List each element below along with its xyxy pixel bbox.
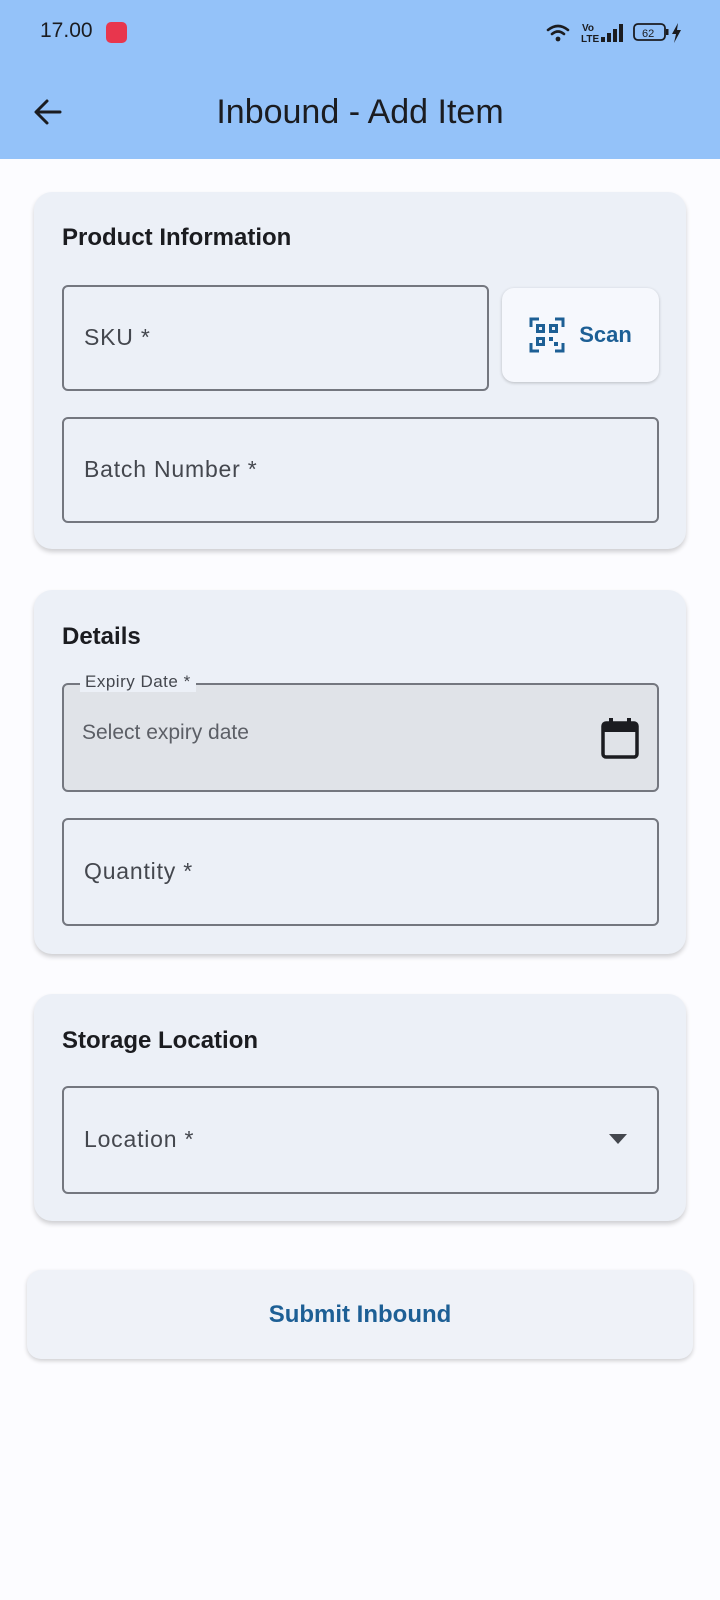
card-title-product-information: Product Information: [62, 224, 292, 251]
screen-recorder-icon: [106, 22, 127, 43]
expiry-date-label: Expiry Date *: [80, 672, 196, 692]
qr-code-scanner-icon: [529, 317, 565, 353]
location-dropdown[interactable]: Location *: [62, 1086, 659, 1194]
app-header: 17.00 Vo LTE 62 Inbound - Add Item: [0, 0, 720, 159]
status-icons: Vo LTE 62: [546, 23, 681, 45]
storage-location-card: Storage Location Location *: [34, 994, 686, 1221]
page-title: Inbound - Add Item: [216, 93, 504, 131]
scan-button[interactable]: Scan: [502, 288, 659, 382]
details-card: Details Expiry Date * Select expiry date…: [34, 590, 686, 954]
location-label: Location *: [84, 1126, 195, 1152]
signal-icon: [601, 24, 623, 42]
card-title-storage-location: Storage Location: [62, 1027, 259, 1054]
submit-inbound-button[interactable]: Submit Inbound: [27, 1270, 693, 1359]
scan-label: Scan: [579, 322, 632, 347]
back-button[interactable]: [24, 88, 72, 136]
batch-number-label: Batch Number *: [84, 456, 258, 482]
sku-field[interactable]: SKU *: [62, 285, 489, 391]
calendar-icon[interactable]: [601, 717, 639, 759]
status-time: 17.00: [40, 19, 93, 42]
product-information-card: Product Information SKU * Scan Batch Num…: [34, 192, 686, 549]
wifi-icon: [546, 24, 570, 36]
battery-level: 62: [642, 28, 654, 40]
quantity-label: Quantity *: [84, 858, 193, 884]
svg-text:LTE: LTE: [581, 34, 599, 45]
dropdown-arrow-icon: [609, 1134, 627, 1144]
expiry-date-placeholder: Select expiry date: [82, 721, 249, 744]
quantity-field[interactable]: Quantity *: [62, 818, 659, 926]
sku-label: SKU *: [84, 324, 151, 350]
arrow-left-icon: [34, 99, 62, 125]
battery-icon: 62: [633, 23, 669, 41]
charging-icon: [672, 23, 681, 43]
expiry-date-field[interactable]: Expiry Date * Select expiry date: [62, 672, 659, 792]
volte-label: Vo: [582, 23, 594, 34]
card-title-details: Details: [62, 623, 141, 650]
batch-number-field[interactable]: Batch Number *: [62, 417, 659, 523]
